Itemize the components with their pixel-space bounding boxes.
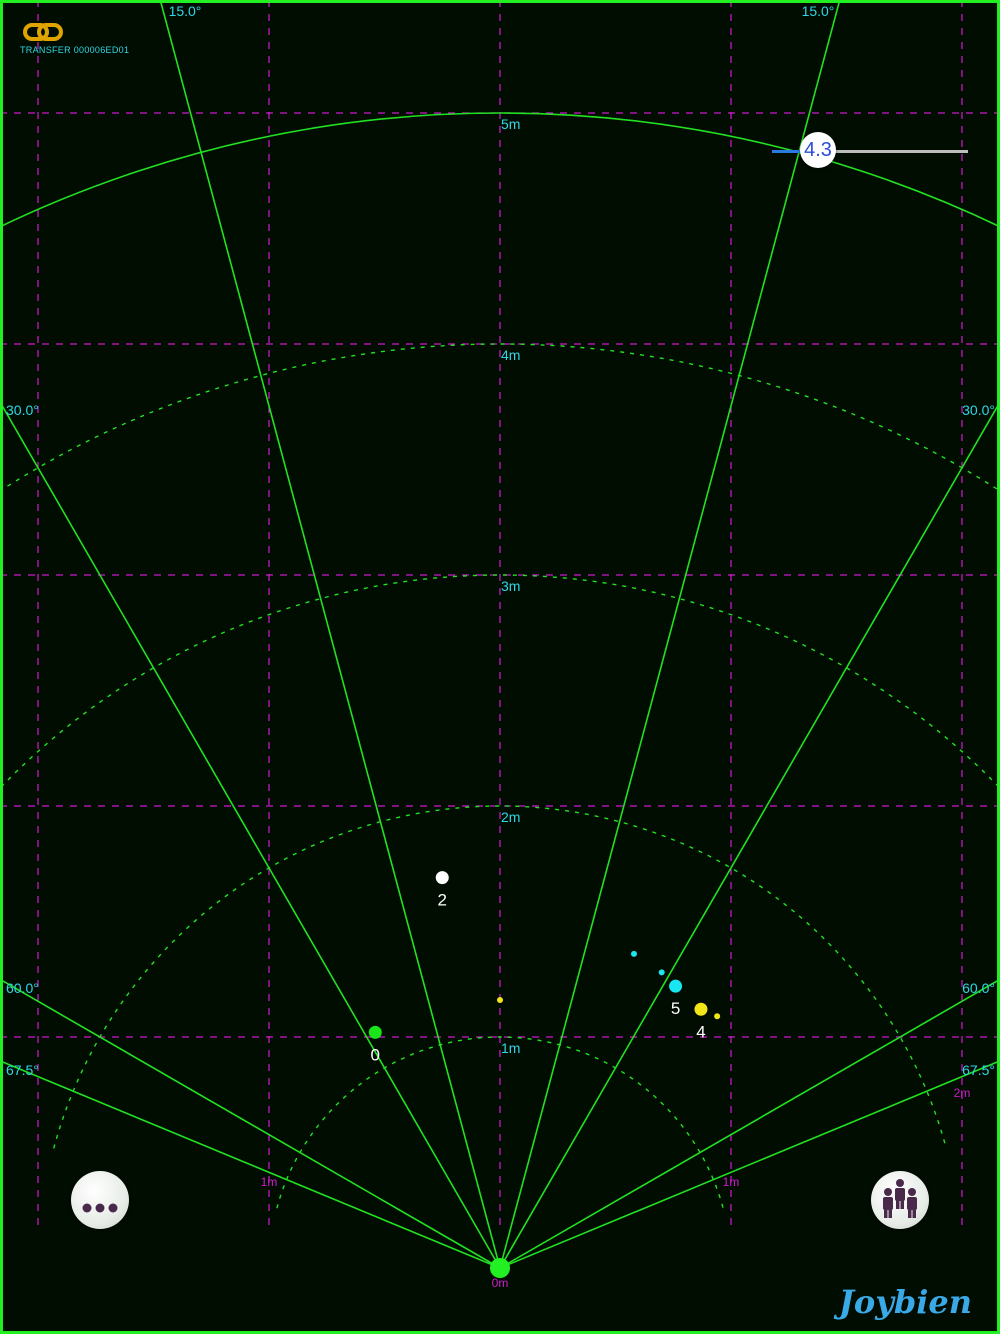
range-slider[interactable]: 4.3: [772, 132, 968, 170]
target-label-2: 2: [438, 891, 447, 910]
range-label: 2m: [501, 809, 520, 825]
angle-rays: [0, 0, 1000, 1278]
angle-ray: [499, 400, 1000, 1269]
slider-thumb[interactable]: 4.3: [800, 132, 836, 168]
target-0: [368, 1025, 382, 1039]
trail-point: [658, 969, 665, 976]
range-label: 1m: [501, 1040, 520, 1056]
angle-ray: [499, 978, 1000, 1269]
angle-ray: [0, 978, 501, 1269]
angle-label: 30.0°: [6, 402, 39, 418]
radar-plot: 1m 2m 3m 4m 5m 0m 1m 1m 2m 15.0° 15.0° 30.0° 30.0° 60…: [0, 0, 1000, 1334]
lateral-label-left: 1m: [261, 1175, 278, 1189]
people-icon: [883, 1179, 917, 1218]
angle-label: 67.5°: [962, 1062, 995, 1078]
lateral-label-2m: 2m: [954, 1086, 971, 1100]
target-label-5: 5: [671, 999, 680, 1018]
radar-view: 1m 2m 3m 4m 5m 0m 1m 1m 2m 15.0° 15.0° 30.0° 30.0° 60…: [0, 0, 1000, 1334]
angle-ray: [499, 1060, 1000, 1269]
radar-origin: [490, 1258, 510, 1278]
people-button[interactable]: [871, 1171, 929, 1229]
angle-label: 60.0°: [6, 980, 39, 996]
angle-ray: [0, 400, 501, 1269]
slider-track[interactable]: [818, 150, 968, 153]
link-icon[interactable]: [23, 21, 63, 43]
angle-label: 15.0°: [169, 3, 202, 19]
target-label-0: 0: [371, 1045, 380, 1064]
more-button[interactable]: [71, 1171, 129, 1229]
slider-value: 4.3: [804, 138, 832, 161]
transfer-label: TRANSFER 000006ED01: [20, 45, 130, 55]
range-label: 4m: [501, 347, 520, 363]
range-label: 5m: [501, 116, 520, 132]
origin-label: 0m: [492, 1276, 509, 1290]
range-label: 3m: [501, 578, 520, 594]
lateral-label-right: 1m: [723, 1175, 740, 1189]
trail-point: [714, 1013, 721, 1020]
angle-ray: [499, 0, 841, 1269]
target-label-4: 4: [696, 1022, 705, 1041]
angle-label: 67.5°: [6, 1062, 39, 1078]
brand-logo: Joybien: [838, 1283, 972, 1321]
angle-ray: [159, 0, 501, 1269]
target-5: [669, 979, 683, 993]
target-4: [694, 1002, 708, 1016]
more-dots-icon: [82, 1203, 118, 1213]
targets-layer: 0 2 54: [368, 871, 721, 1064]
trail-point: [497, 997, 503, 1004]
angle-ray: [0, 1060, 501, 1269]
angle-label: 30.0°: [962, 402, 995, 418]
target-2: [435, 871, 449, 885]
grid-layer: [0, 0, 1000, 1225]
angle-label: 15.0°: [802, 3, 835, 19]
trail-point: [630, 950, 637, 957]
angle-label: 60.0°: [962, 980, 995, 996]
